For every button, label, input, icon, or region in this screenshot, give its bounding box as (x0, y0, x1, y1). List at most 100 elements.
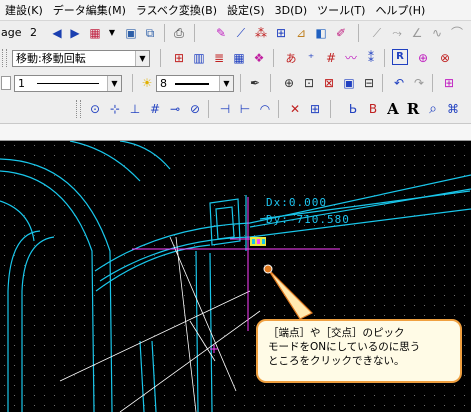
next-page-icon[interactable]: ▶ (66, 24, 84, 42)
separator (384, 49, 385, 67)
toolbar-attributes: 1 ▼ ☀ 8 ▼ ✒ ⊕ ⊡ ⊠ ▣ ⊟ ↶ ↷ ⊞ (0, 71, 471, 97)
font-a-icon[interactable]: A (384, 100, 402, 118)
menu-3d[interactable]: 3D(D) (270, 4, 313, 17)
menu-kensetsu[interactable]: 建設(K) (0, 2, 48, 18)
line-color-swatch[interactable] (1, 76, 11, 90)
dx-readout: Dx:0.000 (266, 196, 327, 209)
table-icon[interactable]: ⊞ (170, 49, 188, 67)
layer-tools-icon[interactable]: ⊗ (436, 49, 454, 67)
snap-point-icon[interactable]: ⌒ (448, 24, 466, 42)
snap-midpoint-icon[interactable]: ⊹ (106, 100, 124, 118)
separator (194, 24, 195, 42)
lightbulb-icon[interactable]: ☀ (138, 74, 156, 92)
bold-text-icon[interactable]: Ь (344, 100, 362, 118)
grid-icon[interactable]: ▦ (230, 49, 248, 67)
zoom-window-icon[interactable]: ⊡ (300, 74, 318, 92)
mark-icon[interactable]: ⁑ (362, 49, 380, 67)
vector-tool-icon[interactable]: ⟋ (232, 24, 250, 42)
toolbar-grip[interactable] (76, 100, 81, 118)
command-select[interactable]: 移動:移動回転 ▼ (12, 50, 150, 67)
toolbar-command: 移動:移動回転 ▼ ⊞ ▥ ≣ ▦ ❖ あ ⁺ # 〰 ⁑ R ⊕ ⊗ (0, 46, 471, 72)
callout-note: ［端点］や［交点］のピック モードをONにしているのに思う ところをクリックでき… (256, 319, 462, 383)
menu-raster-vector[interactable]: ラスベク変換(B) (131, 2, 222, 18)
layer-icon[interactable]: ⧉ (141, 24, 159, 42)
snap-line-icon[interactable]: ⟋ (368, 24, 386, 42)
zoom-page-icon[interactable]: ▣ (340, 74, 358, 92)
text-number-icon[interactable]: ⁺ (302, 49, 320, 67)
size-value: 8 (160, 77, 167, 90)
zoom-fit-icon[interactable]: ⊠ (320, 74, 338, 92)
separator (358, 24, 359, 42)
fill-icon[interactable]: ◧ (312, 24, 330, 42)
text-tools-icon[interactable]: ⌘ (444, 100, 462, 118)
columns-icon[interactable]: ▥ (190, 49, 208, 67)
separator (240, 74, 241, 92)
snap-settings-icon[interactable]: ⊞ (306, 100, 324, 118)
zoom-previous-icon[interactable]: ⊟ (360, 74, 378, 92)
separator (273, 49, 274, 67)
print-preview-icon[interactable]: ⎙ (170, 24, 188, 42)
font-r-icon[interactable]: R (404, 100, 422, 118)
line-preview (37, 83, 99, 84)
page-number: 2 (30, 26, 37, 39)
text-search-icon[interactable]: ⌕ (424, 100, 442, 118)
raster-tool-icon[interactable]: ⁂ (252, 24, 270, 42)
toolbar-snap: ⊙ ⊹ ⊥ # ⊸ ⊘ ⊣ ⊢ ◠ ✕ ⊞ Ь B A R ⌕ ⌘ (0, 96, 471, 124)
chevron-down-icon[interactable]: ▼ (219, 76, 233, 91)
ruler (0, 124, 471, 141)
page-menu-icon[interactable]: ▦ (86, 24, 104, 42)
text-icon[interactable]: あ (282, 49, 300, 67)
properties-icon[interactable]: ⊞ (440, 74, 458, 92)
callout-line: ところをクリックできない。 (268, 355, 405, 367)
snap-marker (250, 237, 266, 246)
callout-dot (263, 264, 273, 274)
snap-nearest-icon[interactable]: ⊸ (166, 100, 184, 118)
line-width-select[interactable]: 1 ▼ (14, 75, 122, 92)
page-dropdown-icon[interactable]: ▼ (103, 24, 121, 42)
separator (330, 100, 331, 118)
separator (432, 74, 433, 92)
separator (208, 100, 209, 118)
callout-line: ［端点］や［交点］のピック (268, 327, 405, 339)
color-icon[interactable]: ❖ (250, 49, 268, 67)
snap-tangent-icon[interactable]: ⊘ (186, 100, 204, 118)
menu-help[interactable]: ヘルプ(H) (370, 2, 430, 18)
pen-tool-icon[interactable]: ✎ (212, 24, 230, 42)
reference-icon[interactable]: R (392, 49, 408, 65)
snap-arc-center-icon[interactable]: ◠ (256, 100, 274, 118)
zoom-icon[interactable]: ⊕ (280, 74, 298, 92)
window-icon[interactable]: ▣ (122, 24, 140, 42)
menu-tools[interactable]: ツール(T) (312, 2, 370, 18)
measure-icon[interactable]: ⊿ (292, 24, 310, 42)
line-width-value: 1 (18, 77, 25, 90)
redo-icon[interactable]: ↷ (410, 74, 428, 92)
chevron-down-icon[interactable]: ▼ (135, 51, 149, 66)
snap-quadrant-icon[interactable]: ⊢ (236, 100, 254, 118)
snap-angle-icon[interactable]: ∠ (408, 24, 426, 42)
menu-data-edit[interactable]: データ編集(M) (48, 2, 131, 18)
snap-curve-icon[interactable]: ∿ (428, 24, 446, 42)
toolbar-grip[interactable] (2, 49, 7, 67)
size-select[interactable]: 8 ▼ (156, 75, 234, 92)
edit-icon[interactable]: ✐ (332, 24, 350, 42)
hatch-icon[interactable]: # (322, 49, 340, 67)
list-icon[interactable]: ≣ (210, 49, 228, 67)
snap-perpendicular-icon[interactable]: ⊥ (126, 100, 144, 118)
page-label: age (1, 26, 22, 39)
snap-center-icon[interactable]: ⊣ (216, 100, 234, 118)
snap-endpoint-icon[interactable]: ⊙ (86, 100, 104, 118)
menu-settings[interactable]: 設定(S) (222, 2, 270, 18)
undo-icon[interactable]: ↶ (390, 74, 408, 92)
layer-add-icon[interactable]: ⊕ (414, 49, 432, 67)
prev-page-icon[interactable]: ◀ (48, 24, 66, 42)
eyedropper-icon[interactable]: ✒ (246, 74, 264, 92)
convert-icon[interactable]: ⊞ (272, 24, 290, 42)
snap-off-icon[interactable]: ✕ (286, 100, 304, 118)
separator (278, 100, 279, 118)
text-style-icon[interactable]: B (364, 100, 382, 118)
chevron-down-icon[interactable]: ▼ (107, 76, 121, 91)
wave-icon[interactable]: 〰 (342, 49, 360, 67)
separator (382, 74, 383, 92)
snap-arc-icon[interactable]: ⤳ (388, 24, 406, 42)
snap-intersection-icon[interactable]: # (146, 100, 164, 118)
